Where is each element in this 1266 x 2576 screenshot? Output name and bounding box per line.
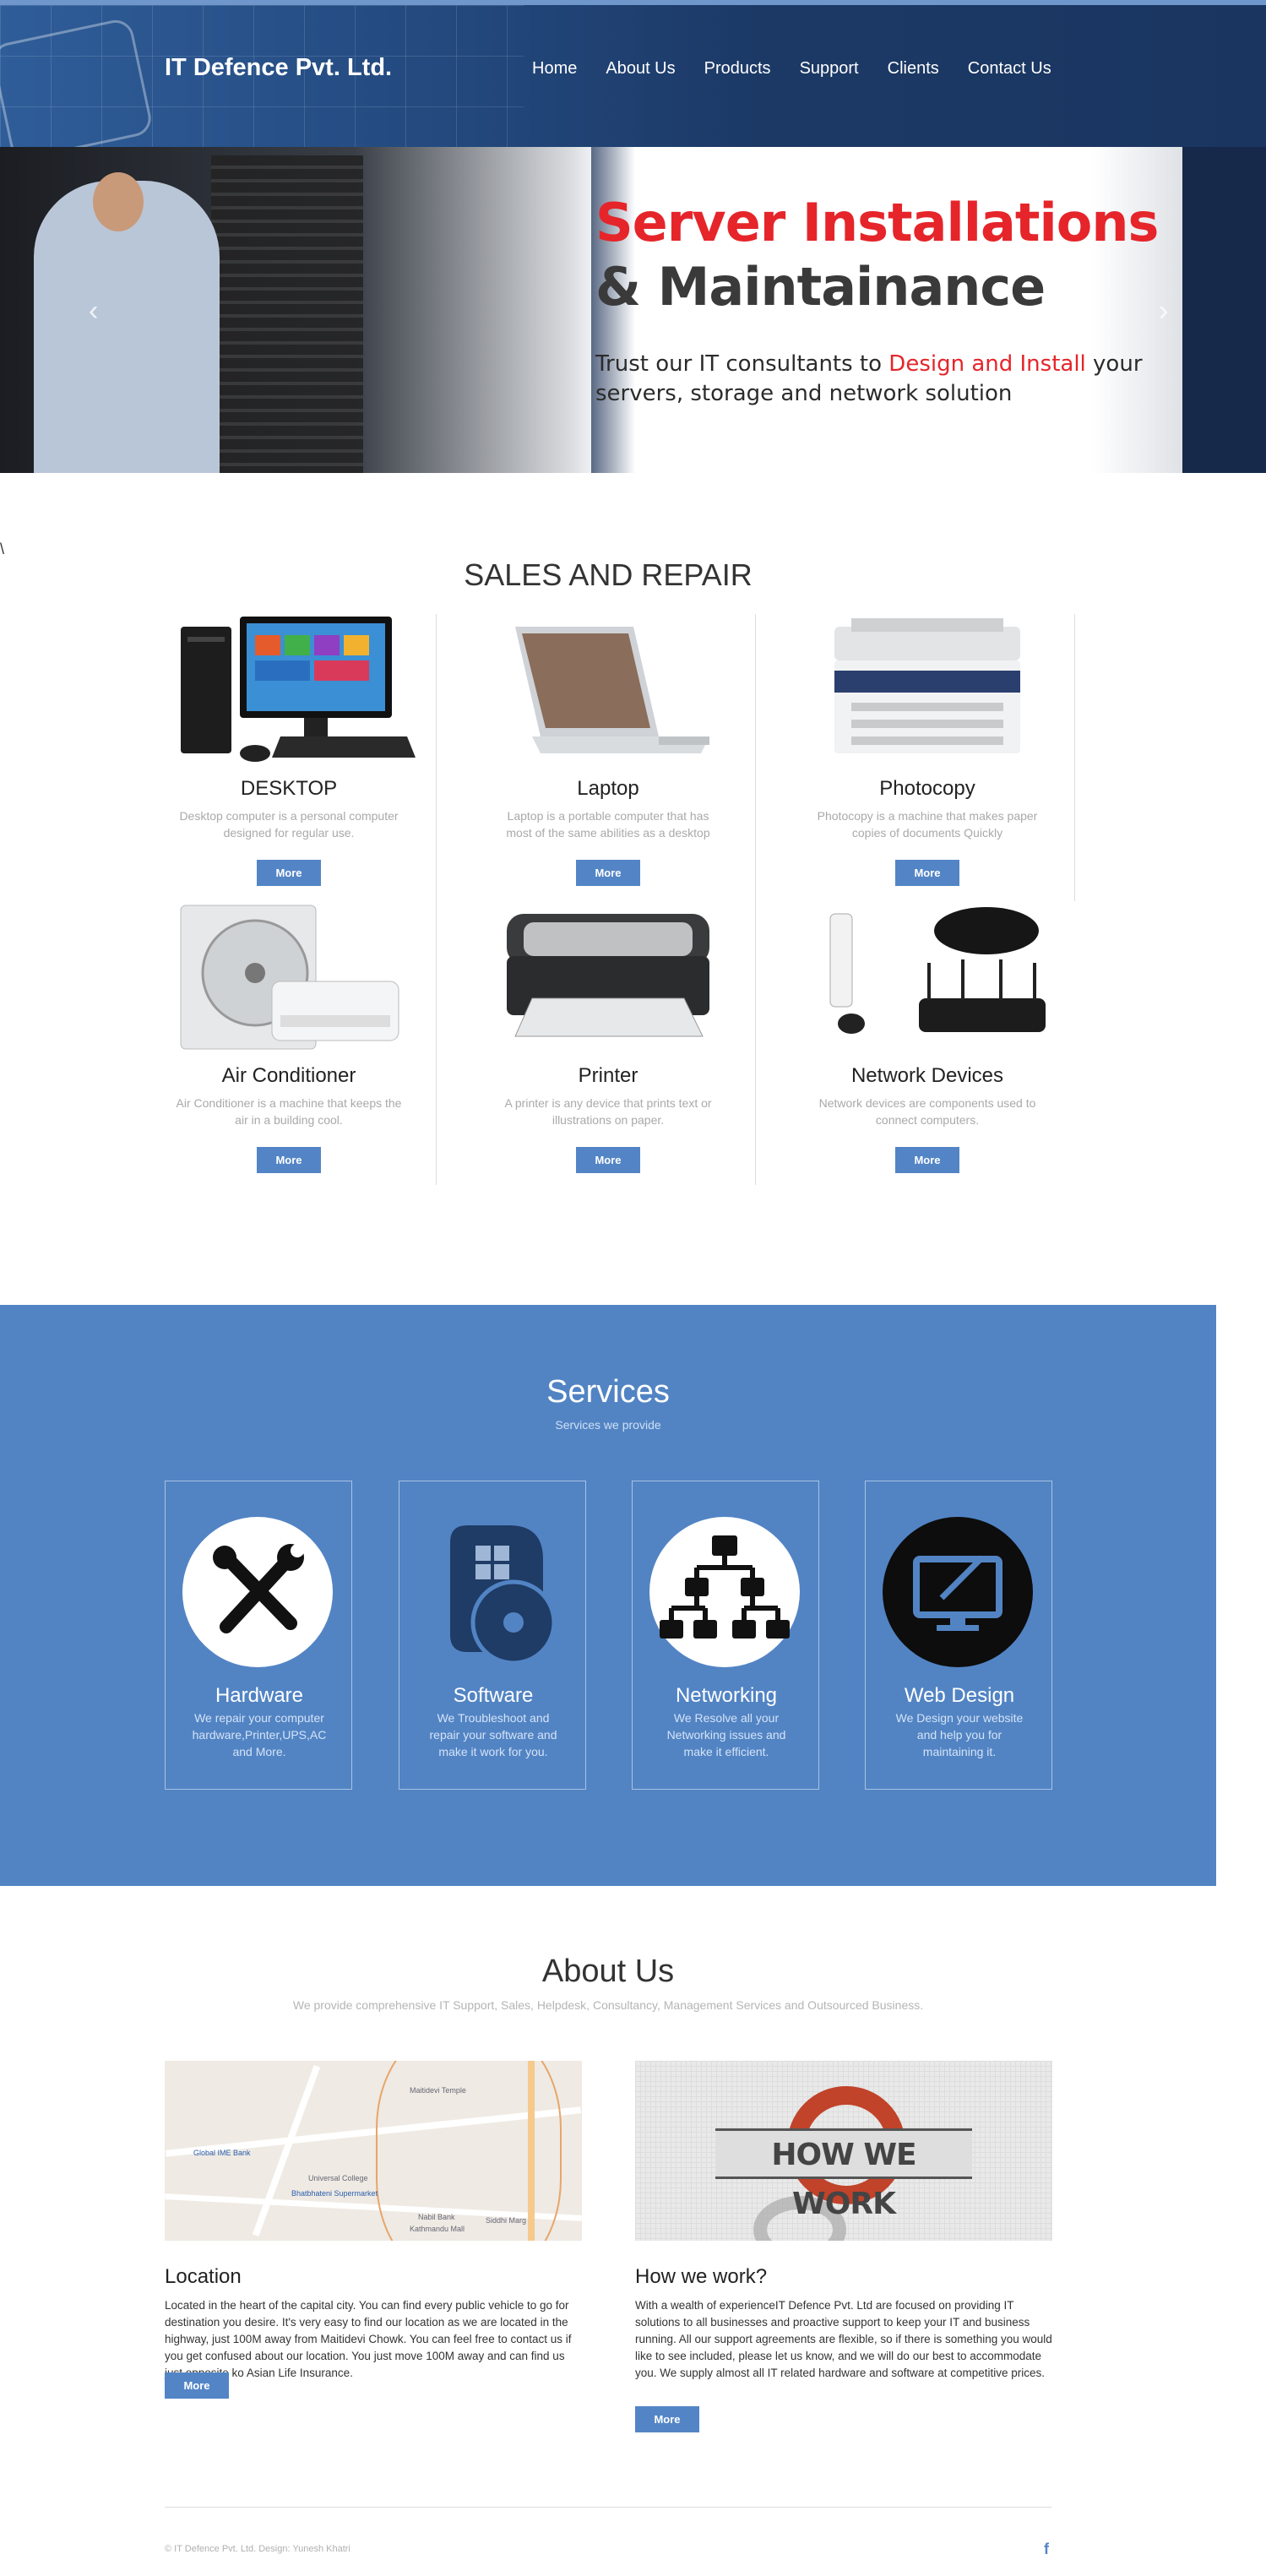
service-name: Web Design — [904, 1684, 1015, 1707]
product-card-desktop: DESKTOP Desktop computer is a personal c… — [162, 610, 416, 886]
site-header: IT Defence Pvt. Ltd. Home About Us Produ… — [0, 5, 1266, 147]
laptop-icon — [481, 610, 735, 770]
product-description: Laptop is a portable computer that has m… — [506, 809, 710, 840]
map-label: Bhatbhateni Supermarket — [291, 2189, 378, 2198]
air-conditioner-icon — [162, 897, 416, 1057]
hero-tagline-part1: Trust our IT consultants to — [595, 351, 889, 377]
service-description: We Resolve all your Networking issues an… — [666, 1711, 786, 1758]
map-road — [252, 2065, 321, 2236]
map-label: Maitidevi Temple — [410, 2086, 466, 2095]
more-button[interactable]: More — [895, 1147, 959, 1173]
server-rack-image — [211, 155, 363, 473]
product-card-network-devices: Network Devices Network devices are comp… — [801, 897, 1054, 1173]
service-card-networking[interactable]: Networking We Resolve all your Networkin… — [632, 1481, 819, 1790]
divider — [436, 614, 437, 1185]
technician-head — [93, 172, 144, 231]
hero-tagline-highlight: Design and Install — [888, 351, 1086, 377]
web-design-monitor-icon — [883, 1517, 1033, 1667]
hero-title-line2: & Maintainance — [595, 256, 1046, 318]
about-title: About Us — [541, 1954, 675, 1989]
stray-caret: \ — [0, 541, 5, 557]
product-description: A printer is any device that prints text… — [504, 1096, 712, 1127]
nav-products[interactable]: Products — [704, 59, 771, 79]
nav-home[interactable]: Home — [532, 59, 577, 79]
how-we-work-title: How we work? — [635, 2265, 768, 2288]
photocopier-icon — [801, 610, 1054, 770]
footer-divider — [165, 2507, 1051, 2508]
services-section: Services Services we provide Hardware We… — [0, 1305, 1216, 1886]
product-description: Desktop computer is a personal computer … — [179, 809, 399, 840]
location-map[interactable]: Maitidevi Temple Global IME Bank Univers… — [165, 2061, 582, 2241]
how-we-work-more-button[interactable]: More — [635, 2406, 699, 2432]
more-button[interactable]: More — [576, 1147, 640, 1173]
map-label: Kathmandu Mall — [410, 2225, 465, 2233]
more-button[interactable]: More — [257, 1147, 321, 1173]
map-label: Siddhi Marg — [486, 2216, 527, 2225]
location-more-button[interactable]: More — [165, 2372, 229, 2399]
how-we-work-image: HOW WE WORK — [635, 2061, 1052, 2241]
wrench-screwdriver-icon — [182, 1517, 333, 1667]
printer-icon — [481, 897, 735, 1057]
site-brand[interactable]: IT Defence Pvt. Ltd. — [165, 54, 392, 82]
product-description: Network devices are components used to c… — [818, 1096, 1036, 1127]
service-name: Hardware — [215, 1684, 304, 1707]
how-we-work-banner: HOW WE WORK — [715, 2128, 972, 2221]
map-label: Nabil Bank — [418, 2213, 455, 2221]
services-subtitle: Services we provide — [555, 1418, 661, 1432]
network-hierarchy-icon — [649, 1517, 800, 1667]
divider — [755, 614, 756, 1185]
hero-right-strip — [1182, 147, 1266, 473]
service-description: We repair your computer hardware,Printer… — [192, 1711, 327, 1758]
more-button[interactable]: More — [257, 860, 321, 886]
software-disc-icon — [416, 1517, 567, 1667]
hero-tagline: Trust our IT consultants to Design and I… — [595, 350, 1144, 409]
product-card-printer: Printer A printer is any device that pri… — [481, 897, 735, 1173]
more-button[interactable]: More — [576, 860, 640, 886]
more-button[interactable]: More — [895, 860, 959, 886]
product-card-air-conditioner: Air Conditioner Air Conditioner is a mac… — [162, 897, 416, 1173]
location-title: Location — [165, 2265, 242, 2288]
hero-carousel: Server Installations & Maintainance Trus… — [0, 147, 1266, 473]
nav-contact-us[interactable]: Contact Us — [968, 59, 1051, 79]
nav-clients[interactable]: Clients — [888, 59, 939, 79]
product-description: Photocopy is a machine that makes paper … — [817, 809, 1038, 840]
how-we-work-text: With a wealth of experienceIT Defence Pv… — [635, 2299, 1052, 2379]
carousel-next-icon[interactable]: › — [1159, 295, 1168, 328]
product-description: Air Conditioner is a machine that keeps … — [176, 1096, 402, 1127]
sales-title: SALES AND REPAIR — [464, 557, 753, 592]
product-name: DESKTOP — [240, 777, 338, 800]
service-card-software[interactable]: Software We Troubleshoot and repair your… — [399, 1481, 586, 1790]
services-title: Services — [546, 1374, 670, 1410]
map-label: Universal College — [308, 2174, 368, 2182]
location-text: Located in the heart of the capital city… — [165, 2299, 572, 2379]
service-card-web-design[interactable]: Web Design We Design your website and he… — [865, 1481, 1052, 1790]
about-subtitle: We provide comprehensive IT Support, Sal… — [292, 1998, 924, 2012]
product-card-laptop: Laptop Laptop is a portable computer tha… — [481, 610, 735, 886]
product-card-photocopy: Photocopy Photocopy is a machine that ma… — [801, 610, 1054, 886]
product-name: Printer — [578, 1064, 638, 1087]
product-name: Network Devices — [850, 1064, 1004, 1087]
hero-title-line1: Server Installations — [595, 192, 1159, 253]
product-name: Photocopy — [879, 777, 975, 800]
nav-about-us[interactable]: About Us — [606, 59, 675, 79]
nav-support[interactable]: Support — [800, 59, 859, 79]
map-label: Global IME Bank — [193, 2149, 251, 2157]
hero-title: Server Installations & Maintainance — [595, 191, 1159, 319]
carousel-prev-icon[interactable]: ‹ — [89, 295, 98, 328]
service-description: We Troubleshoot and repair your software… — [429, 1711, 557, 1758]
footer-copyright: © IT Defence Pvt. Ltd. Design: Yunesh Kh… — [165, 2544, 350, 2554]
product-name: Air Conditioner — [221, 1064, 356, 1087]
product-name: Laptop — [577, 777, 639, 800]
desktop-computer-icon — [162, 610, 416, 770]
divider — [1074, 614, 1075, 901]
main-nav: Home About Us Products Support Clients C… — [532, 59, 1051, 79]
router-icon — [801, 897, 1054, 1057]
service-description: We Design your website and help you for … — [895, 1711, 1024, 1758]
service-name: Networking — [675, 1684, 778, 1707]
map-highway — [528, 2061, 535, 2241]
service-card-hardware[interactable]: Hardware We repair your computer hardwar… — [165, 1481, 352, 1790]
facebook-icon[interactable]: f — [1044, 2541, 1049, 2558]
service-name: Software — [453, 1684, 534, 1707]
